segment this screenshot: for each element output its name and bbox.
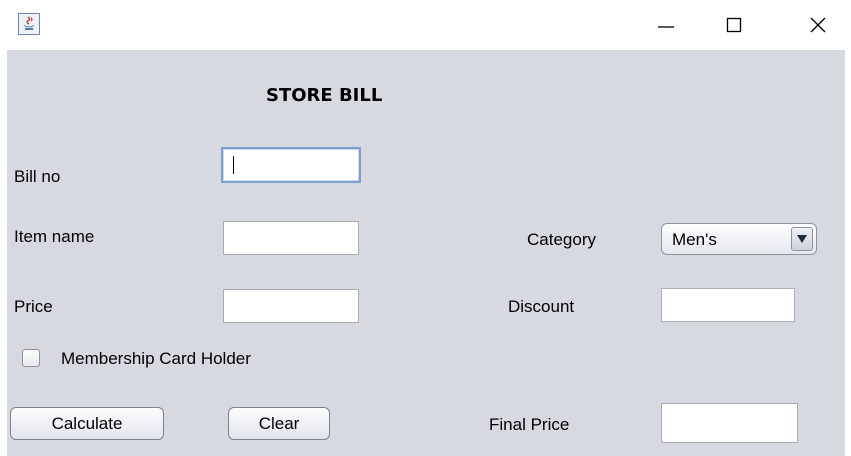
maximize-button[interactable] — [706, 0, 762, 50]
text-caret — [233, 156, 234, 174]
java-cup-icon — [18, 13, 40, 35]
bill-no-label: Bill no — [14, 167, 61, 186]
clear-button[interactable]: Clear — [228, 407, 330, 440]
final-price-label: Final Price — [489, 415, 570, 434]
bill-no-field[interactable] — [221, 147, 361, 183]
minimize-button[interactable] — [638, 0, 694, 50]
category-dropdown[interactable]: Men's — [661, 223, 817, 255]
close-button[interactable] — [790, 0, 846, 50]
price-label: Price — [14, 297, 53, 316]
membership-checkbox[interactable] — [22, 349, 40, 367]
maximize-icon — [726, 17, 742, 33]
discount-field[interactable] — [661, 288, 795, 322]
form-panel: STORE BILL Bill no Item name Category Me… — [7, 50, 845, 456]
app-window: STORE BILL Bill no Item name Category Me… — [0, 0, 851, 456]
item-name-label: Item name — [14, 227, 95, 246]
minimize-icon — [658, 26, 674, 28]
page-title: STORE BILL — [266, 85, 383, 106]
chevron-down-icon — [797, 235, 807, 243]
final-price-field[interactable] — [661, 403, 798, 443]
calculate-button[interactable]: Calculate — [10, 407, 164, 440]
price-field[interactable] — [223, 289, 359, 323]
title-bar[interactable] — [0, 0, 851, 50]
close-icon — [810, 17, 826, 33]
item-name-field[interactable] — [223, 221, 359, 255]
discount-label: Discount — [508, 297, 575, 316]
category-selected-value: Men's — [672, 230, 717, 249]
membership-label[interactable]: Membership Card Holder — [61, 349, 251, 369]
dropdown-arrow-button[interactable] — [791, 227, 813, 251]
category-label: Category — [527, 230, 596, 249]
